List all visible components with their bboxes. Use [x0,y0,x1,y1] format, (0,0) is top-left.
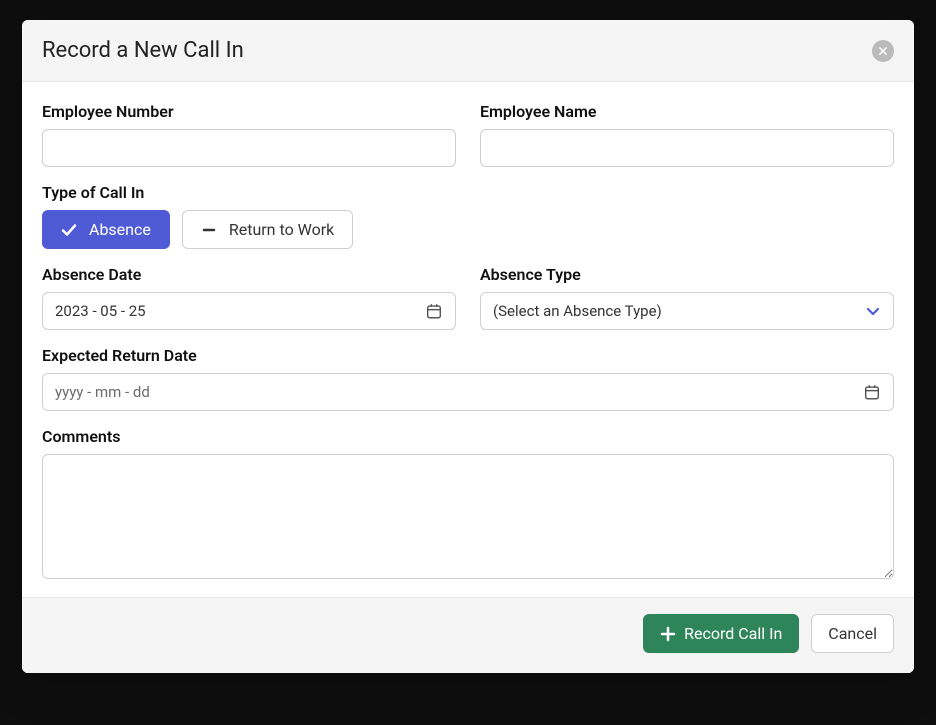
modal-body: Employee Number Employee Name Type of Ca… [22,82,914,597]
absence-date-label: Absence Date [42,265,456,284]
modal-header: Record a New Call In [22,20,914,82]
employee-name-label: Employee Name [480,102,894,121]
plus-icon [660,626,676,642]
record-call-in-label: Record Call In [684,624,782,643]
employee-number-label: Employee Number [42,102,456,121]
return-to-work-toggle[interactable]: Return to Work [182,210,353,249]
type-of-call-in-label: Type of Call In [42,183,894,202]
absence-type-select[interactable]: (Select an Absence Type) [480,292,894,330]
record-call-in-modal: Record a New Call In Employee Number Emp… [22,20,914,673]
dash-icon [201,222,217,238]
check-icon [61,222,77,238]
employee-name-input[interactable] [480,129,894,167]
comments-textarea[interactable] [42,454,894,579]
close-button[interactable] [872,40,894,62]
chevron-down-icon [865,303,881,319]
calendar-icon [863,383,881,401]
absence-type-placeholder: (Select an Absence Type) [493,302,662,320]
record-call-in-button[interactable]: Record Call In [643,614,799,653]
calendar-icon [425,302,443,320]
absence-toggle[interactable]: Absence [42,210,170,249]
absence-date-value: 2023 - 05 - 25 [55,302,146,320]
expected-return-input[interactable]: yyyy - mm - dd [42,373,894,411]
call-in-type-group: Absence Return to Work [42,210,894,249]
expected-return-placeholder: yyyy - mm - dd [55,383,150,401]
modal-title: Record a New Call In [42,38,244,63]
return-to-work-toggle-label: Return to Work [229,220,334,239]
cancel-button[interactable]: Cancel [811,614,894,653]
absence-date-input[interactable]: 2023 - 05 - 25 [42,292,456,330]
close-icon [878,46,888,56]
employee-number-input[interactable] [42,129,456,167]
modal-footer: Record Call In Cancel [22,597,914,673]
comments-label: Comments [42,427,894,446]
absence-type-label: Absence Type [480,265,894,284]
cancel-label: Cancel [828,624,877,643]
absence-toggle-label: Absence [89,220,151,239]
expected-return-label: Expected Return Date [42,346,894,365]
